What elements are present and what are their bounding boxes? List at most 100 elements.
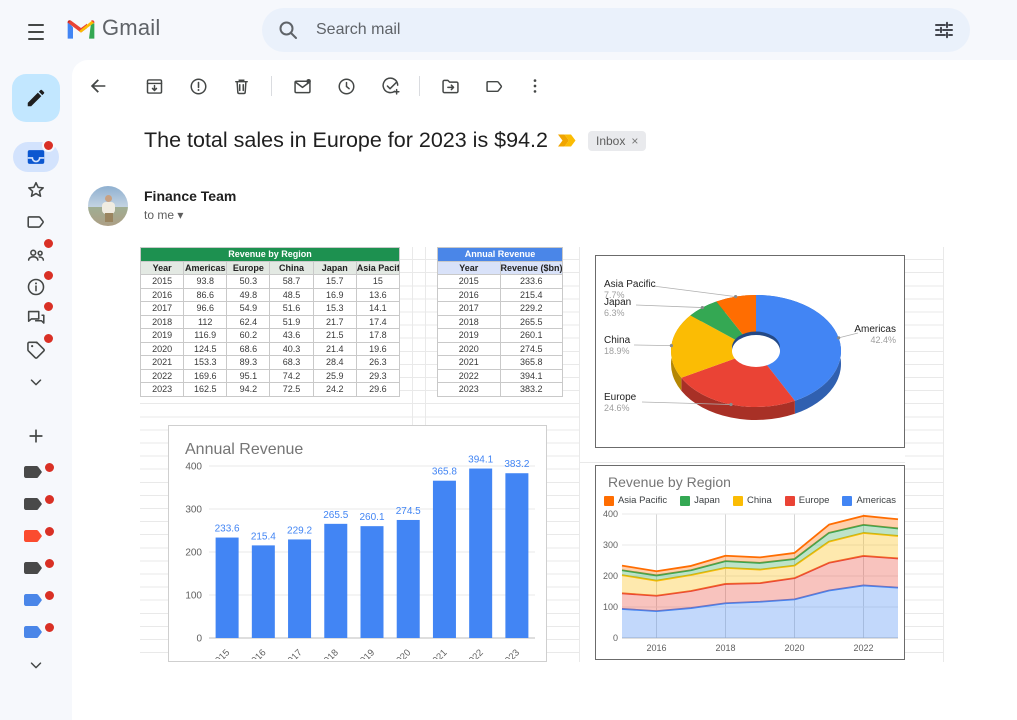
inbox-chip[interactable]: Inbox ×	[588, 131, 646, 151]
table-cell: 124.5	[184, 342, 227, 356]
sidebar-label-3[interactable]	[22, 560, 50, 578]
table-cell: 68.6	[227, 342, 270, 356]
sidebar-label-2[interactable]	[22, 528, 50, 546]
sidebar-item-promotions[interactable]	[20, 334, 52, 366]
table-cell: 16.9	[313, 288, 356, 302]
area-chart: Revenue by Region Asia PacificJapanChina…	[595, 465, 905, 660]
compose-button[interactable]	[12, 74, 60, 122]
trash-icon	[231, 76, 252, 97]
table-cell: 29.6	[356, 383, 399, 397]
table-header-cell: Year	[438, 261, 501, 275]
hamburger-menu-icon[interactable]	[22, 19, 50, 41]
table-row: 2015233.6	[438, 275, 563, 289]
table-cell: 2020	[438, 342, 501, 356]
important-icon	[25, 211, 47, 233]
table-row: 2022169.695.174.225.929.3	[141, 369, 400, 383]
notification-badge	[43, 493, 56, 506]
table-row: 201593.850.358.715.715	[141, 275, 400, 289]
sidebar-label-0[interactable]	[22, 464, 50, 482]
legend-swatch-icon	[785, 496, 795, 506]
table-cell: 2020	[141, 342, 184, 356]
notification-badge	[43, 461, 56, 474]
sidebar-item-inbox[interactable]	[20, 141, 52, 173]
search-input[interactable]	[314, 20, 918, 40]
table-row: 2020124.568.640.321.419.6	[141, 342, 400, 356]
table-row: 2021153.389.368.328.426.3	[141, 356, 400, 370]
delete-button[interactable]	[225, 70, 257, 102]
svg-text:42.4%: 42.4%	[870, 335, 896, 345]
recipient-dropdown[interactable]: to me ▾	[144, 208, 183, 222]
annual-revenue-table: Annual RevenueYearRevenue ($bn)2015233.6…	[437, 247, 563, 397]
sidebar-item-starred[interactable]	[20, 174, 52, 206]
snooze-button[interactable]	[330, 70, 362, 102]
sidebar-more-button[interactable]	[20, 366, 52, 398]
email-subject: The total sales in Europe for 2023 is $9…	[144, 128, 548, 153]
bar	[433, 481, 456, 638]
table-header-cell: Revenue ($bn)	[500, 261, 563, 275]
sidebar-item-important[interactable]	[20, 206, 52, 238]
add-label-button[interactable]	[20, 420, 52, 452]
legend-item: Asia Pacific	[604, 495, 667, 506]
table-row: 2021365.8	[438, 356, 563, 370]
svg-text:2022: 2022	[853, 643, 873, 653]
labels-button[interactable]	[478, 70, 510, 102]
mark-unread-icon	[292, 76, 313, 97]
sidebar-label-4[interactable]	[22, 592, 50, 610]
svg-text:394.1: 394.1	[468, 455, 493, 466]
svg-text:300: 300	[185, 505, 202, 516]
sidebar-item-social[interactable]	[20, 239, 52, 271]
sender-name: Finance Team	[144, 188, 236, 204]
table-cell: 25.9	[313, 369, 356, 383]
notification-badge	[42, 237, 55, 250]
plus-icon	[26, 426, 46, 446]
table-cell: 365.8	[500, 356, 563, 370]
move-to-button[interactable]	[434, 70, 466, 102]
table-row: 201811262.451.921.717.4	[141, 315, 400, 329]
pie-chart: Americas42.4%Europe24.6%China18.9%Japan6…	[595, 255, 905, 448]
tune-icon[interactable]	[932, 18, 956, 42]
report-spam-button[interactable]	[182, 70, 214, 102]
table-cell: 116.9	[184, 329, 227, 343]
gmail-logo-icon[interactable]	[64, 14, 98, 46]
table-cell: 2022	[438, 369, 501, 383]
table-header-cell: Japan	[313, 261, 356, 275]
back-arrow-icon	[91, 79, 105, 93]
sidebar-label-1[interactable]	[22, 496, 50, 514]
table-cell: 72.5	[270, 383, 313, 397]
search-bar[interactable]	[262, 8, 970, 52]
back-button[interactable]	[82, 70, 114, 102]
archive-button[interactable]	[138, 70, 170, 102]
sidebar-label-5[interactable]	[22, 624, 50, 642]
add-to-tasks-button[interactable]	[374, 70, 406, 102]
svg-text:2017: 2017	[282, 647, 305, 659]
table-cell: 2016	[438, 288, 501, 302]
svg-text:200: 200	[185, 548, 202, 559]
legend-item: China	[733, 495, 772, 506]
table-row: 2018265.5	[438, 315, 563, 329]
chip-close-icon[interactable]: ×	[631, 134, 638, 148]
table-cell: 2022	[141, 369, 184, 383]
bar	[505, 473, 528, 638]
importance-marker-icon[interactable]	[558, 134, 578, 147]
sender-avatar[interactable]	[88, 186, 128, 226]
table-cell: 2015	[438, 275, 501, 289]
mark-unread-button[interactable]	[286, 70, 318, 102]
area-chart-legend: Asia PacificJapanChinaEuropeAmericas	[596, 495, 904, 506]
top-bar: Gmail	[0, 0, 1017, 60]
svg-text:215.4: 215.4	[251, 531, 276, 542]
svg-text:274.5: 274.5	[396, 506, 421, 517]
sidebar-item-updates[interactable]	[20, 271, 52, 303]
svg-text:18.9%: 18.9%	[604, 346, 630, 356]
legend-item: Americas	[842, 495, 896, 506]
table-cell: 2017	[141, 302, 184, 316]
table-cell: 89.3	[227, 356, 270, 370]
svg-text:Americas: Americas	[854, 324, 896, 335]
svg-text:265.5: 265.5	[323, 510, 348, 521]
sidebar-item-forums[interactable]	[20, 302, 52, 334]
svg-text:0: 0	[196, 634, 202, 645]
search-icon[interactable]	[276, 18, 300, 42]
sidebar-expand-button[interactable]	[20, 649, 52, 681]
more-options-button[interactable]	[519, 70, 551, 102]
table-cell: 2019	[141, 329, 184, 343]
table-cell: 215.4	[500, 288, 563, 302]
